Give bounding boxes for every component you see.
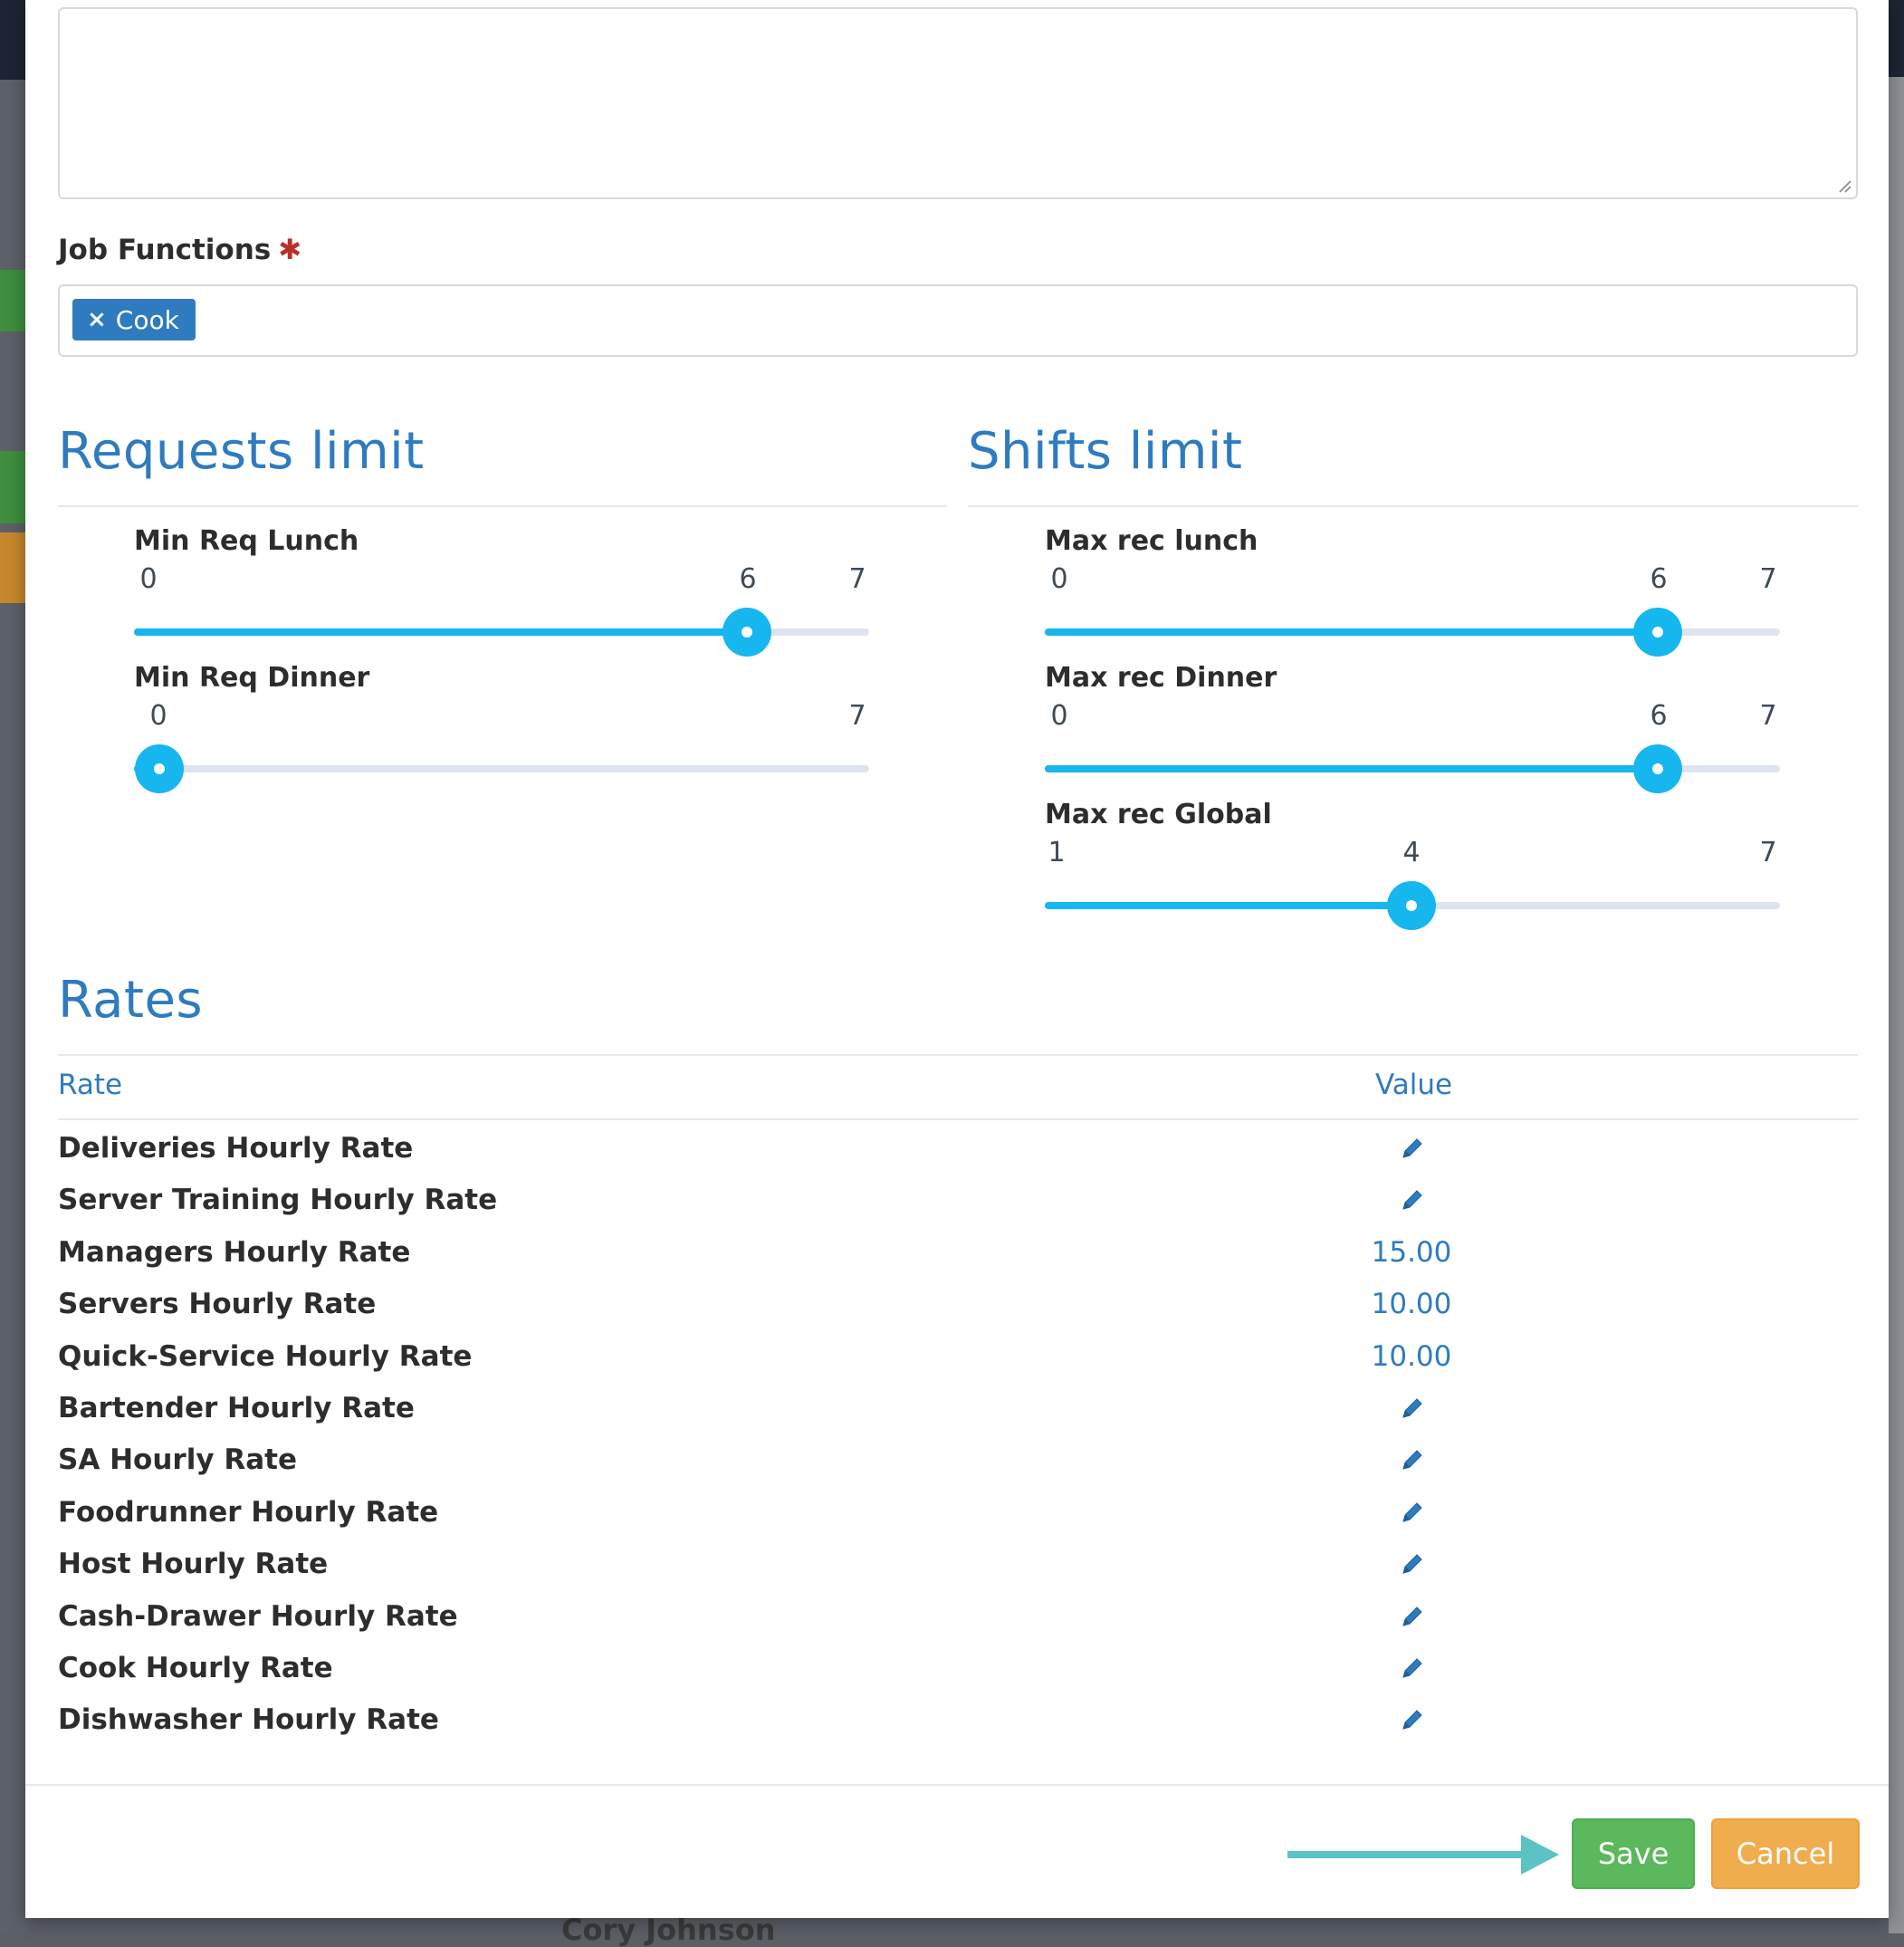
slider-fill (1045, 902, 1411, 909)
min-req-lunch-value: 6 (739, 563, 757, 595)
remove-tag-icon[interactable]: × (87, 306, 107, 333)
rate-name: Cash-Drawer Hourly Rate (58, 1600, 458, 1633)
rate-name: Bartender Hourly Rate (58, 1392, 415, 1424)
notes-textarea[interactable] (58, 7, 1858, 199)
slider-fill (1045, 628, 1658, 636)
slider-handle[interactable] (1387, 881, 1436, 930)
min-req-dinner-max: 7 (848, 700, 866, 732)
min-req-lunch-min: 0 (139, 563, 158, 595)
requests-limit-title: Requests limit (58, 422, 425, 481)
save-button[interactable]: Save (1572, 1818, 1695, 1889)
pencil-icon[interactable] (1398, 1604, 1425, 1631)
job-functions-label-text: Job Functions (58, 234, 272, 266)
value-column-header[interactable]: Value (1375, 1069, 1452, 1101)
max-rec-lunch-slider[interactable] (1045, 608, 1780, 657)
max-rec-dinner-label: Max rec Dinner (1045, 662, 1277, 694)
required-asterisk-icon: ✱ (278, 234, 302, 266)
background-header (0, 0, 27, 80)
max-rec-dinner-value: 6 (1650, 700, 1668, 732)
cancel-button[interactable]: Cancel (1711, 1818, 1860, 1889)
arrow-right-icon (1287, 1835, 1559, 1875)
pencil-icon[interactable] (1398, 1707, 1425, 1734)
background-green-badge (0, 270, 27, 331)
max-rec-global-value: 4 (1402, 837, 1421, 868)
min-req-dinner-label: Min Req Dinner (134, 662, 370, 694)
rate-name: Cook Hourly Rate (58, 1652, 333, 1684)
job-functions-label: Job Functions ✱ (58, 234, 301, 266)
background-header (1889, 0, 1904, 77)
slider-handle[interactable] (722, 608, 771, 657)
min-req-dinner-value: 0 (149, 700, 167, 732)
rate-name: Foodrunner Hourly Rate (58, 1496, 439, 1529)
pencil-icon[interactable] (1398, 1551, 1425, 1578)
background-green-badge (0, 451, 27, 523)
max-rec-lunch-max: 7 (1759, 563, 1777, 595)
rate-name: Host Hourly Rate (58, 1548, 329, 1580)
tag-label: Cook (115, 304, 179, 335)
max-rec-global-max: 7 (1759, 837, 1777, 868)
rate-column-header[interactable]: Rate (58, 1069, 122, 1101)
pencil-icon[interactable] (1398, 1187, 1425, 1214)
max-rec-lunch-value: 6 (1650, 563, 1668, 595)
max-rec-lunch-min: 0 (1050, 563, 1068, 595)
rate-name: SA Hourly Rate (58, 1443, 297, 1476)
rate-name: Server Training Hourly Rate (58, 1184, 498, 1216)
divider (968, 505, 1858, 507)
max-rec-global-label: Max rec Global (1045, 799, 1272, 830)
min-req-lunch-max: 7 (848, 563, 866, 595)
pencil-icon[interactable] (1398, 1396, 1425, 1423)
rate-name: Quick-Service Hourly Rate (58, 1340, 473, 1373)
edit-employee-modal: Job Functions ✱ × Cook Requests limit Min… (25, 0, 1889, 1918)
rate-name: Deliveries Hourly Rate (58, 1132, 414, 1165)
rate-name: Dishwasher Hourly Rate (58, 1703, 439, 1736)
divider (58, 505, 947, 507)
rate-name: Servers Hourly Rate (58, 1288, 377, 1320)
pencil-icon[interactable] (1398, 1655, 1425, 1683)
rate-value[interactable]: 15.00 (1372, 1236, 1452, 1269)
max-rec-dinner-slider[interactable] (1045, 744, 1780, 793)
footer-divider (25, 1784, 1889, 1786)
rate-value[interactable]: 10.00 (1372, 1340, 1452, 1373)
rate-name: Managers Hourly Rate (58, 1236, 411, 1269)
max-rec-dinner-min: 0 (1050, 700, 1068, 732)
resize-grip-icon[interactable] (1836, 177, 1852, 194)
slider-fill (134, 628, 747, 636)
divider (58, 1054, 1858, 1056)
min-req-lunch-slider[interactable] (134, 608, 869, 657)
shifts-limit-title: Shifts limit (968, 422, 1243, 481)
slider-handle[interactable] (135, 744, 184, 793)
background-app-right (1889, 0, 1904, 1933)
slider-handle[interactable] (1633, 744, 1682, 793)
background-app-left (0, 0, 27, 1933)
background-orange-badge (0, 532, 27, 603)
divider (58, 1118, 1858, 1120)
tag-cook: × Cook (72, 299, 196, 340)
job-functions-select[interactable]: × Cook (58, 284, 1858, 357)
max-rec-lunch-label: Max rec lunch (1045, 525, 1258, 557)
max-rec-global-slider[interactable] (1045, 881, 1780, 930)
rates-title: Rates (58, 971, 204, 1030)
slider-fill (1045, 765, 1658, 772)
rate-value[interactable]: 10.00 (1372, 1288, 1452, 1320)
max-rec-global-min: 1 (1048, 837, 1066, 868)
pencil-icon[interactable] (1398, 1500, 1425, 1527)
pencil-icon[interactable] (1398, 1447, 1425, 1474)
max-rec-dinner-max: 7 (1759, 700, 1777, 732)
min-req-lunch-label: Min Req Lunch (134, 525, 359, 557)
slider-handle[interactable] (1633, 608, 1682, 657)
min-req-dinner-slider[interactable] (134, 744, 869, 793)
pencil-icon[interactable] (1398, 1136, 1425, 1163)
